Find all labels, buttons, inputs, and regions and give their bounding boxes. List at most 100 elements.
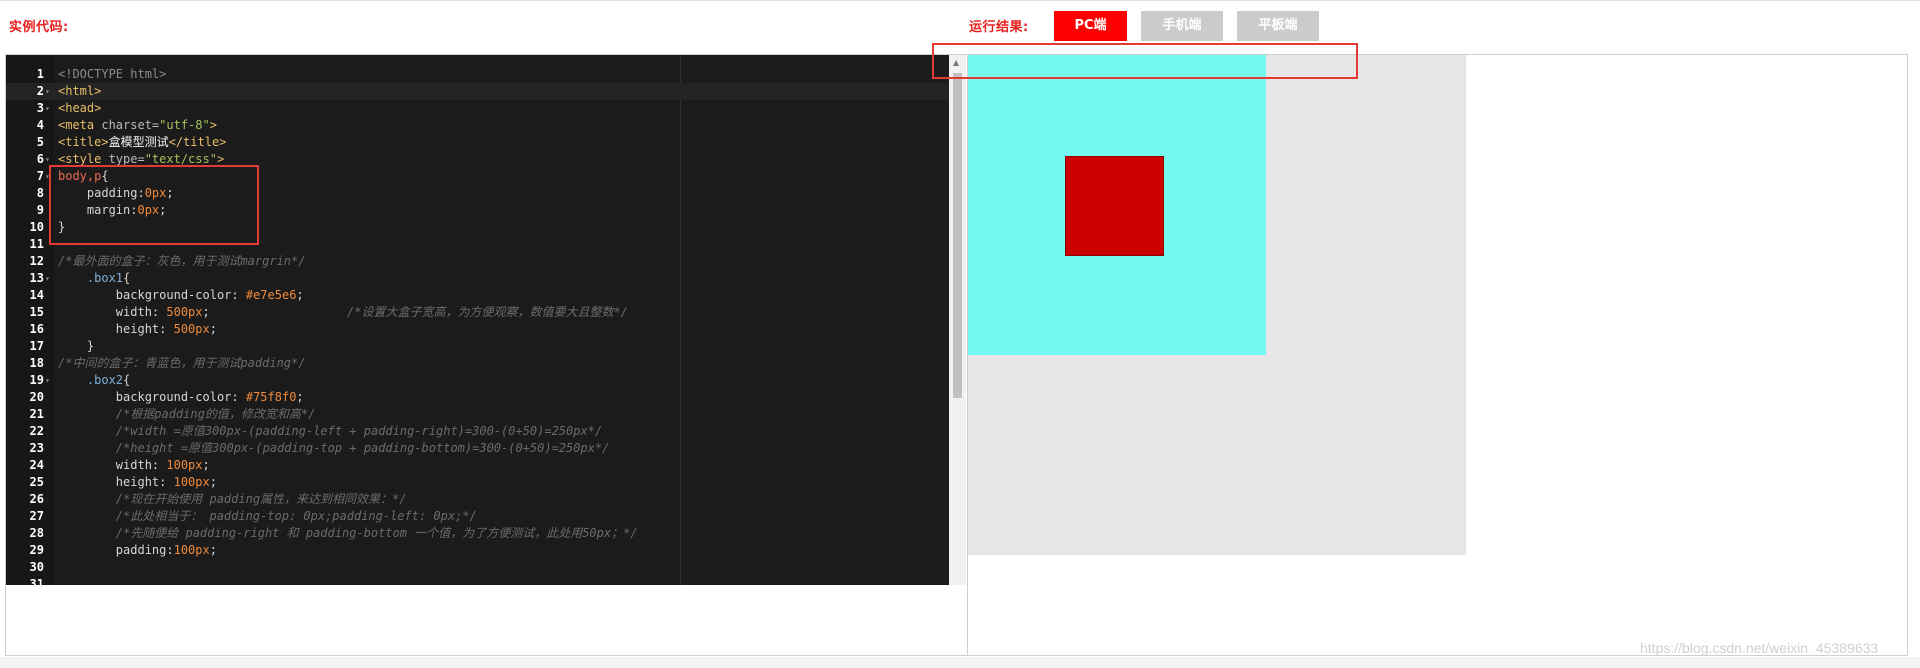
editor-vertical-scrollbar[interactable]: ▲ <box>949 55 966 585</box>
line-number: 29 <box>29 543 44 557</box>
code-token: width: <box>58 305 167 319</box>
line-number: 9 <box>36 203 44 217</box>
scrollbar-thumb[interactable] <box>953 73 962 398</box>
code-line[interactable]: 21 /*根据padding的值，修改宽和高*/ <box>6 406 949 423</box>
code-text: /*此处相当于： padding-top: 0px;padding-left: … <box>58 508 477 525</box>
code-line[interactable]: 28 /*先随便给 padding-right 和 padding-bottom… <box>6 525 949 542</box>
code-token: /*height =原值300px-(padding-top + padding… <box>58 441 610 455</box>
code-line[interactable]: 25 height: 100px; <box>6 474 949 491</box>
code-text: background-color: #75f8f0; <box>58 389 304 406</box>
code-text: width: 100px; <box>58 457 210 474</box>
line-number: 5 <box>36 135 44 149</box>
code-text: <head> <box>58 100 101 117</box>
code-line[interactable]: 14 background-color: #e7e5e6; <box>6 287 949 304</box>
code-line[interactable]: 26 /*现在开始使用 padding属性，来达到相同效果：*/ <box>6 491 949 508</box>
code-line[interactable]: 22 /*width =原值300px-(padding-left + padd… <box>6 423 949 440</box>
line-number: 16 <box>29 322 44 336</box>
line-number: 24 <box>29 458 44 472</box>
code-token: 盒模型测试 <box>108 135 169 149</box>
code-editor[interactable]: 1 <!DOCTYPE html> 2 ▾ <html> 3 ▾ <head> 4 <meta c… <box>6 55 949 585</box>
line-number: 21 <box>29 407 44 421</box>
code-line[interactable]: 29 padding:100px; <box>6 542 949 559</box>
tab-pc[interactable]: PC端 <box>1054 11 1127 41</box>
code-token: <html> <box>58 84 102 98</box>
line-number: 17 <box>29 339 44 353</box>
tab-mobile[interactable]: 手机端 <box>1141 11 1223 41</box>
code-line[interactable]: 27 /*此处相当于： padding-top: 0px;padding-lef… <box>6 508 949 525</box>
code-text: /*width =原值300px-(padding-left + padding… <box>58 423 602 440</box>
code-token: <title> <box>58 135 109 149</box>
code-text: <!DOCTYPE html> <box>58 66 166 83</box>
line-number: 6 <box>36 152 44 166</box>
code-token: { <box>123 373 131 387</box>
code-text: padding:100px; <box>58 542 217 559</box>
code-text: /*height =原值300px-(padding-top + padding… <box>58 440 610 457</box>
code-token: 500px <box>166 305 203 319</box>
code-line[interactable]: 2 ▾ <html> <box>6 83 949 100</box>
code-token: <!DOCTYPE html> <box>58 67 167 81</box>
preview-box3 <box>1065 156 1164 256</box>
code-token: ; <box>296 288 304 302</box>
fold-toggle-icon[interactable]: ▾ <box>45 270 50 287</box>
code-token: > <box>216 152 225 166</box>
code-line[interactable]: 5 <title>盒模型测试</title> <box>6 134 949 151</box>
line-number: 15 <box>29 305 44 319</box>
line-number: 28 <box>29 526 44 540</box>
code-line[interactable]: 17 } <box>6 338 949 355</box>
code-text: height: 100px; <box>58 474 217 491</box>
code-text: height: 500px; <box>58 321 217 338</box>
result-section-label: 运行结果: <box>969 20 1029 35</box>
tab-tablet[interactable]: 平板端 <box>1237 11 1319 41</box>
line-number: 2 <box>36 84 44 98</box>
line-number: 4 <box>36 118 44 132</box>
code-line[interactable]: 1 <!DOCTYPE html> <box>6 66 949 83</box>
fold-toggle-icon[interactable]: ▾ <box>45 83 50 100</box>
line-number: 19 <box>29 373 44 387</box>
code-text: width: 500px; /*设置大盒子宽高，为方便观察，数值要大且整数*/ <box>58 304 628 321</box>
code-token: 100px <box>173 543 210 557</box>
line-number: 13 <box>29 271 44 285</box>
line-number: 30 <box>29 560 44 574</box>
fold-toggle-icon[interactable]: ▾ <box>45 372 50 389</box>
code-token: height: <box>58 475 174 489</box>
code-token: #75f8f0 <box>245 390 297 404</box>
code-line[interactable]: 18 /*中间的盒子：青蓝色，用于测试padding*/ <box>6 355 949 372</box>
code-line[interactable]: 24 width: 100px; <box>6 457 949 474</box>
code-text: /*中间的盒子：青蓝色，用于测试padding*/ <box>58 355 305 372</box>
code-token: background-color: <box>58 390 246 404</box>
code-token: ; <box>209 322 217 336</box>
code-token: <style <box>58 152 109 166</box>
code-line[interactable]: 13 ▾ .box1{ <box>6 270 949 287</box>
code-token: > <box>209 118 217 132</box>
code-token: } <box>58 339 95 353</box>
code-line[interactable]: 4 <meta charset="utf-8"> <box>6 117 949 134</box>
code-line[interactable]: 20 background-color: #75f8f0; <box>6 389 949 406</box>
line-number: 26 <box>29 492 44 506</box>
line-number: 3 <box>36 101 44 115</box>
line-number: 23 <box>29 441 44 455</box>
code-token: /*中间的盒子：青蓝色，用于测试padding*/ <box>58 356 306 370</box>
code-text: .box2{ <box>58 372 130 389</box>
line-number: 7 <box>36 169 44 183</box>
code-token: /*根据padding的值，修改宽和高*/ <box>58 407 316 421</box>
code-text: /*最外面的盒子：灰色，用于测试margrin*/ <box>58 253 305 270</box>
code-line[interactable]: 16 height: 500px; <box>6 321 949 338</box>
code-token: 500px <box>173 322 210 336</box>
code-token: ; <box>202 305 347 319</box>
line-number: 8 <box>36 186 44 200</box>
code-text: /*现在开始使用 padding属性，来达到相同效果：*/ <box>58 491 407 508</box>
code-text: <html> <box>58 83 101 100</box>
code-line[interactable]: 3 ▾ <head> <box>6 100 949 117</box>
code-line[interactable]: 19 ▾ .box2{ <box>6 372 949 389</box>
line-number: 27 <box>29 509 44 523</box>
code-line[interactable]: 15 width: 500px; /*设置大盒子宽高，为方便观察，数值要大且整数… <box>6 304 949 321</box>
code-token: <head> <box>58 101 102 115</box>
top-border <box>0 0 1920 1</box>
code-token: ; <box>202 458 210 472</box>
code-line[interactable]: 12 /*最外面的盒子：灰色，用于测试margrin*/ <box>6 253 949 270</box>
fold-toggle-icon[interactable]: ▾ <box>45 100 50 117</box>
code-token: /*现在开始使用 padding属性，来达到相同效果：*/ <box>58 492 407 506</box>
code-line[interactable]: 30 <box>6 559 949 576</box>
code-line[interactable]: 31 <box>6 576 949 585</box>
code-line[interactable]: 23 /*height =原值300px-(padding-top + padd… <box>6 440 949 457</box>
